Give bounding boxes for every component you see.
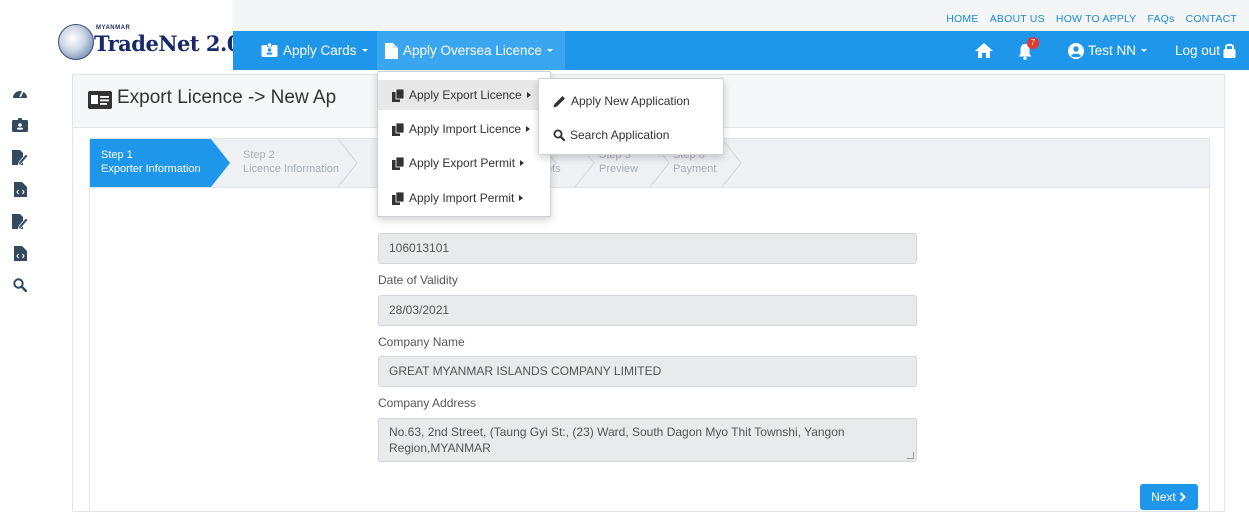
caret-right-icon — [526, 126, 531, 132]
top-links-bar: HOME ABOUT US HOW TO APPLY FAQs CONTACT — [233, 0, 1249, 31]
menu-search-application[interactable]: Search Application — [539, 120, 723, 150]
top-link-contact[interactable]: CONTACT — [1186, 13, 1237, 25]
chevron-right-icon — [1179, 492, 1186, 502]
step-6-label: Payment — [673, 163, 717, 175]
step-1-number: Step 1 — [101, 149, 133, 161]
tradenet-logo[interactable]: MYANMAR TradeNet 2.0 — [58, 24, 241, 60]
company-name-field[interactable]: GREAT MYANMAR ISLANDS COMPANY LIMITED — [378, 356, 917, 387]
file-code-icon[interactable] — [11, 244, 29, 262]
company-address-field[interactable]: No.63, 2nd Street, (Taung Gyi St:, (23) … — [378, 418, 917, 462]
notification-badge: 7 — [1027, 36, 1039, 49]
search-icon — [553, 129, 565, 141]
copy-icon — [392, 122, 404, 136]
step-1-label: Exporter Information — [101, 163, 201, 175]
copy-icon — [392, 156, 404, 170]
menu-apply-export-licence-label: Apply Export Licence — [409, 88, 522, 102]
nav-apply-cards-label: Apply Cards — [283, 43, 357, 58]
caret-right-icon — [526, 92, 531, 98]
dashboard-icon[interactable] — [11, 84, 29, 102]
validity-label: Date of Validity — [378, 273, 458, 287]
nav-apply-cards[interactable]: Apply Cards — [261, 31, 368, 70]
lock-icon — [1223, 43, 1236, 58]
step-2[interactable]: Step 2 Licence Information — [243, 139, 339, 187]
step-1[interactable]: Step 1 Exporter Information — [101, 139, 201, 187]
page-title: Export Licence -> New Ap — [117, 87, 337, 108]
file-edit-icon[interactable] — [11, 148, 29, 166]
id-card-icon — [88, 91, 112, 109]
step-5-label: Preview — [599, 163, 639, 175]
menu-apply-import-permit[interactable]: Apply Import Permit — [378, 183, 550, 213]
chevron-down-icon — [361, 49, 368, 52]
menu-apply-export-permit[interactable]: Apply Export Permit — [378, 148, 550, 178]
oversea-licence-dropdown: Apply Export Licence Apply Import Licenc… — [377, 71, 551, 217]
nav-user-menu[interactable]: Test NN — [1068, 31, 1148, 70]
nav-apply-oversea-label: Apply Oversea Licence — [403, 43, 542, 58]
nav-user-label: Test NN — [1088, 43, 1137, 58]
chevron-down-icon — [546, 49, 553, 52]
step-2-number: Step 2 — [243, 149, 275, 161]
id-card-icon[interactable] — [11, 116, 29, 134]
caret-right-icon — [519, 195, 524, 201]
company-address-text: No.63, 2nd Street, (Taung Gyi St:, (23) … — [389, 425, 845, 455]
chevron-down-icon — [1141, 49, 1148, 52]
menu-apply-import-licence-label: Apply Import Licence — [409, 122, 522, 136]
nav-notifications[interactable]: 7 — [1018, 31, 1039, 70]
copy-icon — [392, 88, 404, 102]
logo-brand-text: TradeNet 2.0 — [94, 31, 241, 56]
top-link-faqs[interactable]: FAQs — [1147, 13, 1174, 25]
nav-apply-oversea-licence[interactable]: Apply Oversea Licence — [377, 31, 565, 70]
logo-globe-icon — [58, 24, 94, 60]
menu-apply-import-licence[interactable]: Apply Import Licence — [378, 114, 550, 144]
file-icon — [385, 42, 398, 59]
pa-tha-ka-field[interactable]: 106013101 — [378, 233, 917, 264]
menu-apply-export-licence[interactable]: Apply Export Licence — [378, 80, 550, 110]
copy-icon — [392, 191, 404, 205]
search-icon[interactable] — [11, 276, 29, 294]
next-button[interactable]: Next — [1140, 484, 1198, 510]
step-2-label: Licence Information — [243, 163, 339, 175]
user-icon — [1068, 42, 1084, 59]
file-edit-icon[interactable] — [11, 212, 29, 230]
company-address-label: Company Address — [378, 396, 477, 410]
nav-home[interactable] — [975, 31, 993, 70]
main-navbar: Apply Cards Apply Oversea Licence 7 Test… — [233, 31, 1249, 70]
menu-apply-new-application-label: Apply New Application — [571, 94, 690, 108]
top-link-home[interactable]: HOME — [946, 13, 978, 25]
file-code-icon[interactable] — [11, 180, 29, 198]
menu-apply-export-permit-label: Apply Export Permit — [409, 156, 516, 170]
nav-logout[interactable]: Log out — [1175, 31, 1236, 70]
caret-right-icon — [520, 160, 525, 166]
next-button-label: Next — [1151, 490, 1176, 504]
company-name-label: Company Name — [378, 335, 465, 349]
pencil-icon — [553, 95, 565, 107]
menu-apply-import-permit-label: Apply Import Permit — [409, 191, 515, 205]
home-icon — [975, 43, 993, 58]
id-card-icon — [261, 43, 278, 57]
top-links: HOME ABOUT US HOW TO APPLY FAQs CONTACT — [938, 13, 1237, 25]
nav-logout-label: Log out — [1175, 43, 1221, 58]
menu-search-application-label: Search Application — [570, 128, 670, 142]
top-link-how-to-apply[interactable]: HOW TO APPLY — [1056, 13, 1136, 25]
top-link-about[interactable]: ABOUT US — [990, 13, 1045, 25]
resize-handle[interactable] — [907, 452, 914, 459]
validity-field[interactable]: 28/03/2021 — [378, 295, 917, 326]
menu-apply-new-application[interactable]: Apply New Application — [539, 86, 723, 116]
export-licence-submenu: Apply New Application Search Application — [538, 78, 724, 155]
